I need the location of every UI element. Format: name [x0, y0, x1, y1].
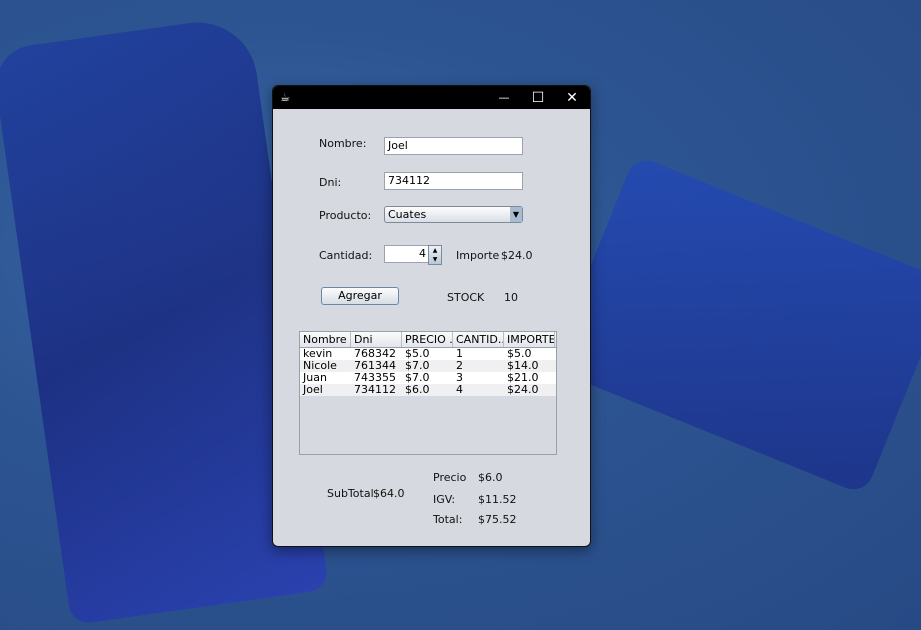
- producto-select[interactable]: Cuates ▼: [384, 206, 523, 223]
- column-header[interactable]: IMPORTE: [504, 332, 555, 347]
- subtotal-value: $64.0: [373, 487, 405, 500]
- table-cell: Joel: [303, 383, 323, 396]
- table-cell: 4: [456, 383, 463, 396]
- producto-label: Producto:: [319, 209, 372, 222]
- precio-label: Precio: [433, 471, 467, 484]
- igv-label: IGV:: [433, 493, 456, 506]
- table-header: Nombre Dni PRECIO ... CANTID... IMPORTE: [300, 332, 556, 348]
- minimize-button[interactable]: —: [489, 88, 519, 108]
- spinner-up-icon[interactable]: ▲: [429, 246, 441, 255]
- table-cell: 734112: [354, 383, 396, 396]
- sales-table[interactable]: Nombre Dni PRECIO ... CANTID... IMPORTE …: [299, 331, 557, 455]
- table-body: kevin 768342 $5.0 1 $5.0 Nicole 761344 $7.0 2 $14…: [300, 348, 556, 396]
- chevron-down-icon[interactable]: ▼: [510, 207, 522, 222]
- table-cell: $6.0: [405, 383, 430, 396]
- producto-value: Cuates: [388, 208, 427, 221]
- wallpaper-pistol-barrel: [549, 154, 921, 496]
- cantidad-value: 4: [419, 247, 426, 260]
- nombre-input[interactable]: Joel: [384, 137, 523, 155]
- subtotal-label: SubTotal: [327, 487, 374, 500]
- agregar-button[interactable]: Agregar: [321, 287, 399, 305]
- dni-input[interactable]: 734112: [384, 172, 523, 190]
- total-label: Total:: [433, 513, 463, 526]
- cantidad-spinner[interactable]: 4: [384, 245, 433, 263]
- cantidad-label: Cantidad:: [319, 249, 373, 262]
- app-window: ☕ — ☐ ✕ Nombre: Joel Dni: 734112 Product…: [272, 85, 591, 547]
- close-button[interactable]: ✕: [557, 88, 587, 108]
- title-bar: ☕ — ☐ ✕: [273, 86, 590, 109]
- spinner-down-icon[interactable]: ▼: [429, 255, 441, 264]
- stock-label: STOCK: [447, 291, 485, 304]
- importe-label: Importe: [456, 249, 500, 262]
- nombre-label: Nombre:: [319, 137, 367, 150]
- table-cell: $24.0: [507, 383, 539, 396]
- column-header[interactable]: PRECIO ...: [402, 332, 453, 347]
- column-header[interactable]: Dni: [351, 332, 402, 347]
- column-header[interactable]: Nombre: [300, 332, 351, 347]
- stock-value: 10: [504, 291, 518, 304]
- igv-value: $11.52: [478, 493, 517, 506]
- importe-value: $24.0: [501, 249, 533, 262]
- spinner-arrows[interactable]: ▲ ▼: [428, 245, 442, 265]
- java-icon: ☕: [280, 91, 290, 104]
- precio-value: $6.0: [478, 471, 503, 484]
- table-row[interactable]: Joel 734112 $6.0 4 $24.0: [300, 384, 556, 396]
- maximize-button[interactable]: ☐: [523, 88, 553, 108]
- column-header[interactable]: CANTID...: [453, 332, 504, 347]
- total-value: $75.52: [478, 513, 517, 526]
- dni-label: Dni:: [319, 176, 342, 189]
